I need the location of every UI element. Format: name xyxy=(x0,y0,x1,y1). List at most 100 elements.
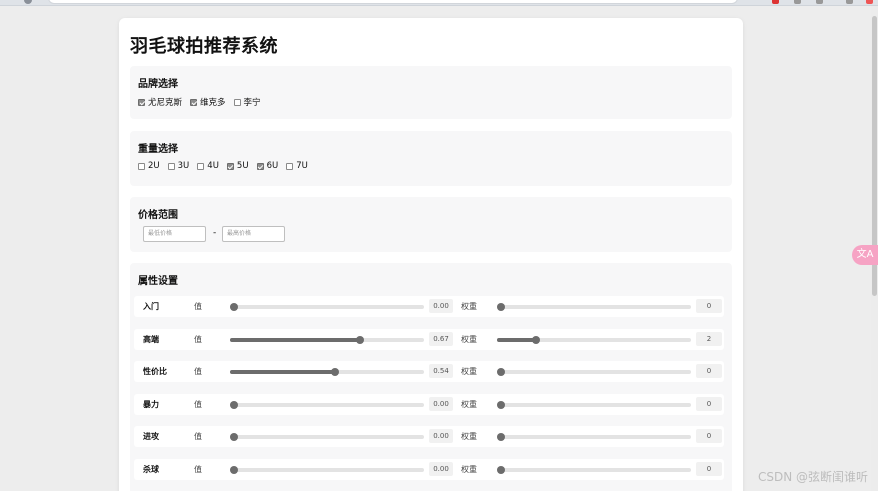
brand-option[interactable]: 尤尼克斯 xyxy=(138,96,182,108)
max-price-input[interactable]: 最高价格 xyxy=(222,226,285,242)
weight-readout: 0 xyxy=(696,364,722,378)
extension-icon[interactable] xyxy=(794,0,801,4)
weight-options: 2U 3U 4U 5U 6U 7U xyxy=(138,161,308,171)
price-section: 价格范围 最低价格 - 最高价格 xyxy=(130,197,732,252)
weight-slider[interactable] xyxy=(497,302,691,311)
slider-thumb[interactable] xyxy=(330,367,339,376)
weight-readout: 0 xyxy=(696,397,722,411)
value-label: 值 xyxy=(194,400,202,409)
brand-option[interactable]: 李宁 xyxy=(233,96,261,108)
attributes-section: 属性设置 入门值 0.00 权重 0 高端值 0.67 权重 2 性价比值 0.54 权重 0 暴力值 0… xyxy=(130,263,732,491)
reload-icon[interactable] xyxy=(24,0,32,4)
checkbox[interactable] xyxy=(256,162,264,170)
weight-readout: 0 xyxy=(696,429,722,443)
slider-thumb[interactable] xyxy=(497,302,505,311)
weight-readout: 0 xyxy=(696,462,722,476)
value-slider[interactable] xyxy=(230,335,424,344)
value-readout: 0.54 xyxy=(429,364,453,378)
weight-label: 权重 xyxy=(461,400,477,409)
weight-option[interactable]: 6U xyxy=(256,161,279,171)
weight-option-label: 2U xyxy=(148,161,160,171)
attribute-row: 进攻 值 0.00 权重 0 xyxy=(134,426,724,447)
slider-fill xyxy=(497,338,536,342)
checkbox[interactable] xyxy=(190,98,198,106)
attribute-row: 性价比 值 0.54 权重 0 xyxy=(134,361,724,382)
weight-option[interactable]: 7U xyxy=(286,161,308,171)
weight-section: 重量选择 2U 3U 4U 5U 6U 7U xyxy=(130,131,732,186)
slider-thumb[interactable] xyxy=(497,432,505,441)
weight-option[interactable]: 5U xyxy=(226,161,249,171)
weight-option-label: 7U xyxy=(296,161,308,171)
value-slider[interactable] xyxy=(230,302,424,311)
checkbox[interactable] xyxy=(226,162,234,170)
attribute-name: 进攻 xyxy=(143,432,159,441)
weight-option-label: 6U xyxy=(266,161,279,171)
browser-toolbar xyxy=(0,0,878,6)
min-price-input[interactable]: 最低价格 xyxy=(143,226,206,242)
extension-icon[interactable] xyxy=(846,0,853,4)
weight-slider[interactable] xyxy=(497,432,691,441)
value-label: 值 xyxy=(194,367,202,376)
weight-option[interactable]: 4U xyxy=(197,161,219,171)
value-slider[interactable] xyxy=(230,465,424,474)
brand-option-label: 维克多 xyxy=(200,98,226,108)
checkbox[interactable] xyxy=(138,98,145,106)
slider-thumb[interactable] xyxy=(497,367,505,376)
weight-label: 权重 xyxy=(461,335,477,344)
value-readout: 0.67 xyxy=(429,332,453,346)
checkbox[interactable] xyxy=(233,98,241,106)
value-readout: 0.00 xyxy=(429,397,453,411)
slider-thumb[interactable] xyxy=(497,465,505,474)
weight-option[interactable]: 3U xyxy=(167,161,190,171)
attribute-name: 入门 xyxy=(143,302,159,311)
extension-icon[interactable] xyxy=(772,0,779,4)
weight-label: 权重 xyxy=(461,432,477,441)
brand-section: 品牌选择 尤尼克斯 维克多 李宁 xyxy=(130,66,732,119)
value-readout: 0.00 xyxy=(429,462,453,476)
weight-readout: 0 xyxy=(696,299,722,313)
weight-label: 权重 xyxy=(461,367,477,376)
extension-icon[interactable] xyxy=(816,0,823,4)
price-separator: - xyxy=(213,228,217,238)
page-title: 羽毛球拍推荐系统 xyxy=(130,36,278,57)
slider-thumb[interactable] xyxy=(230,302,238,311)
slider-thumb[interactable] xyxy=(531,335,540,344)
weight-slider[interactable] xyxy=(497,335,691,344)
attribute-row: 暴力 值 0.00 权重 0 xyxy=(134,394,724,415)
weight-option[interactable]: 2U xyxy=(138,161,160,171)
checkbox[interactable] xyxy=(138,162,145,170)
slider-thumb[interactable] xyxy=(355,335,364,344)
attribute-row: 杀球 值 0.00 权重 0 xyxy=(134,459,724,480)
value-readout: 0.00 xyxy=(429,429,453,443)
value-label: 值 xyxy=(194,302,202,311)
weight-slider[interactable] xyxy=(497,465,691,474)
brand-options: 尤尼克斯 维克多 李宁 xyxy=(138,96,261,108)
weight-slider[interactable] xyxy=(497,367,691,376)
translate-badge[interactable]: 文A xyxy=(852,245,878,265)
slider-thumb[interactable] xyxy=(497,400,505,409)
section-title: 品牌选择 xyxy=(138,79,178,90)
weight-label: 权重 xyxy=(461,302,477,311)
brand-option[interactable]: 维克多 xyxy=(190,96,226,108)
checkbox[interactable] xyxy=(197,162,205,170)
value-slider[interactable] xyxy=(230,400,424,409)
address-bar[interactable] xyxy=(48,0,738,4)
value-slider[interactable] xyxy=(230,367,424,376)
value-label: 值 xyxy=(194,432,202,441)
attribute-name: 杀球 xyxy=(143,465,159,474)
weight-option-label: 3U xyxy=(177,161,190,171)
section-title: 价格范围 xyxy=(138,210,178,221)
value-slider[interactable] xyxy=(230,432,424,441)
weight-option-label: 4U xyxy=(207,161,219,171)
slider-thumb[interactable] xyxy=(230,465,238,474)
checkbox[interactable] xyxy=(167,162,175,170)
extension-icon[interactable] xyxy=(866,0,873,4)
slider-thumb[interactable] xyxy=(230,432,238,441)
weight-slider[interactable] xyxy=(497,400,691,409)
checkbox[interactable] xyxy=(286,162,294,170)
watermark: CSDN @弦断闺谁听 xyxy=(757,470,868,484)
attribute-row: 高端 值 0.67 权重 2 xyxy=(134,329,724,350)
weight-readout: 2 xyxy=(696,332,722,346)
slider-thumb[interactable] xyxy=(230,400,238,409)
value-label: 值 xyxy=(194,465,202,474)
